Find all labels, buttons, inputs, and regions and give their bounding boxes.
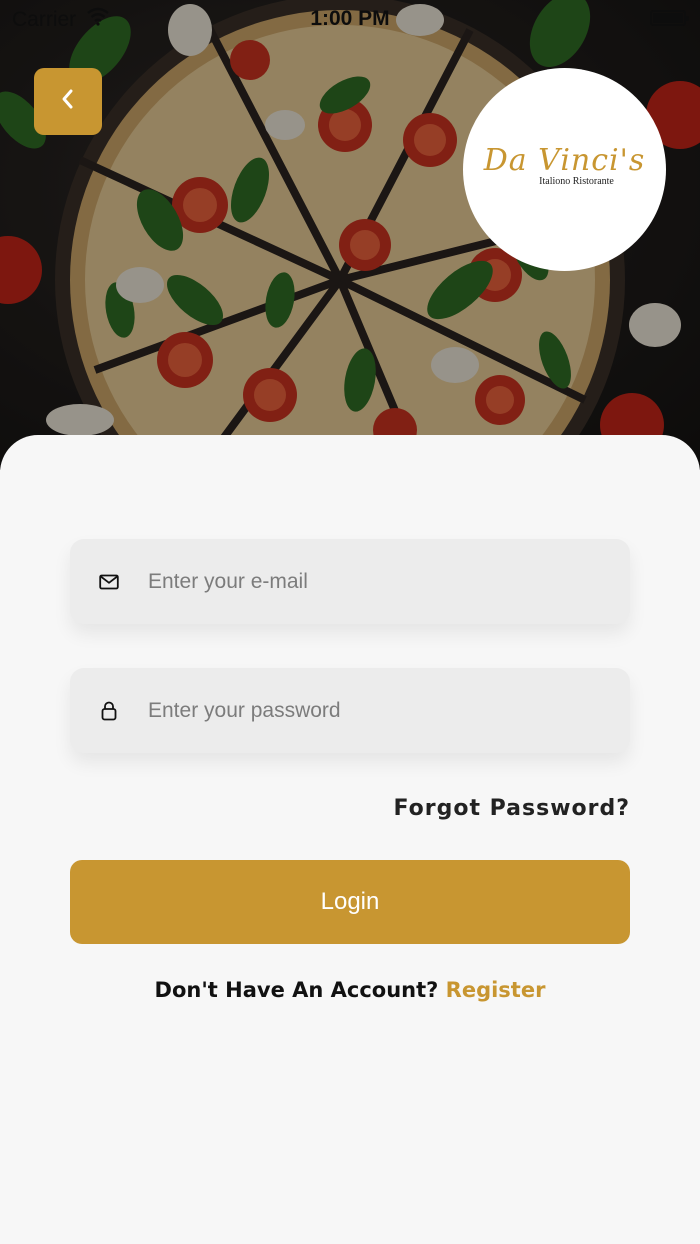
logo-script-text: Da Vinci's	[483, 143, 646, 178]
password-input[interactable]	[148, 698, 588, 723]
register-link[interactable]: Register	[446, 978, 546, 1002]
status-time: 1:00 PM	[310, 7, 390, 30]
password-field[interactable]	[70, 668, 630, 753]
status-bar: Carrier 1:00 PM	[0, 0, 700, 40]
lock-icon	[99, 701, 119, 721]
email-field[interactable]	[70, 539, 630, 624]
battery-icon	[650, 10, 689, 26]
mail-icon	[99, 572, 119, 592]
register-prompt: Don't Have An Account? Register	[0, 978, 700, 1002]
logo-subtitle: Italiono Ristorante	[539, 176, 614, 187]
email-input[interactable]	[148, 569, 588, 594]
register-question: Don't Have An Account?	[154, 978, 446, 1002]
chevron-left-icon	[59, 88, 77, 115]
back-button[interactable]	[34, 68, 102, 135]
restaurant-logo: Da Vinci's Italiono Ristorante	[463, 68, 666, 271]
login-screen: Carrier 1:00 PM Da Vinci's Italiono Rist…	[0, 0, 700, 1244]
forgot-password-link[interactable]: Forgot Password?	[393, 796, 630, 821]
login-button[interactable]: Login	[70, 860, 630, 944]
hero-background: Carrier 1:00 PM Da Vinci's Italiono Rist…	[0, 0, 700, 470]
